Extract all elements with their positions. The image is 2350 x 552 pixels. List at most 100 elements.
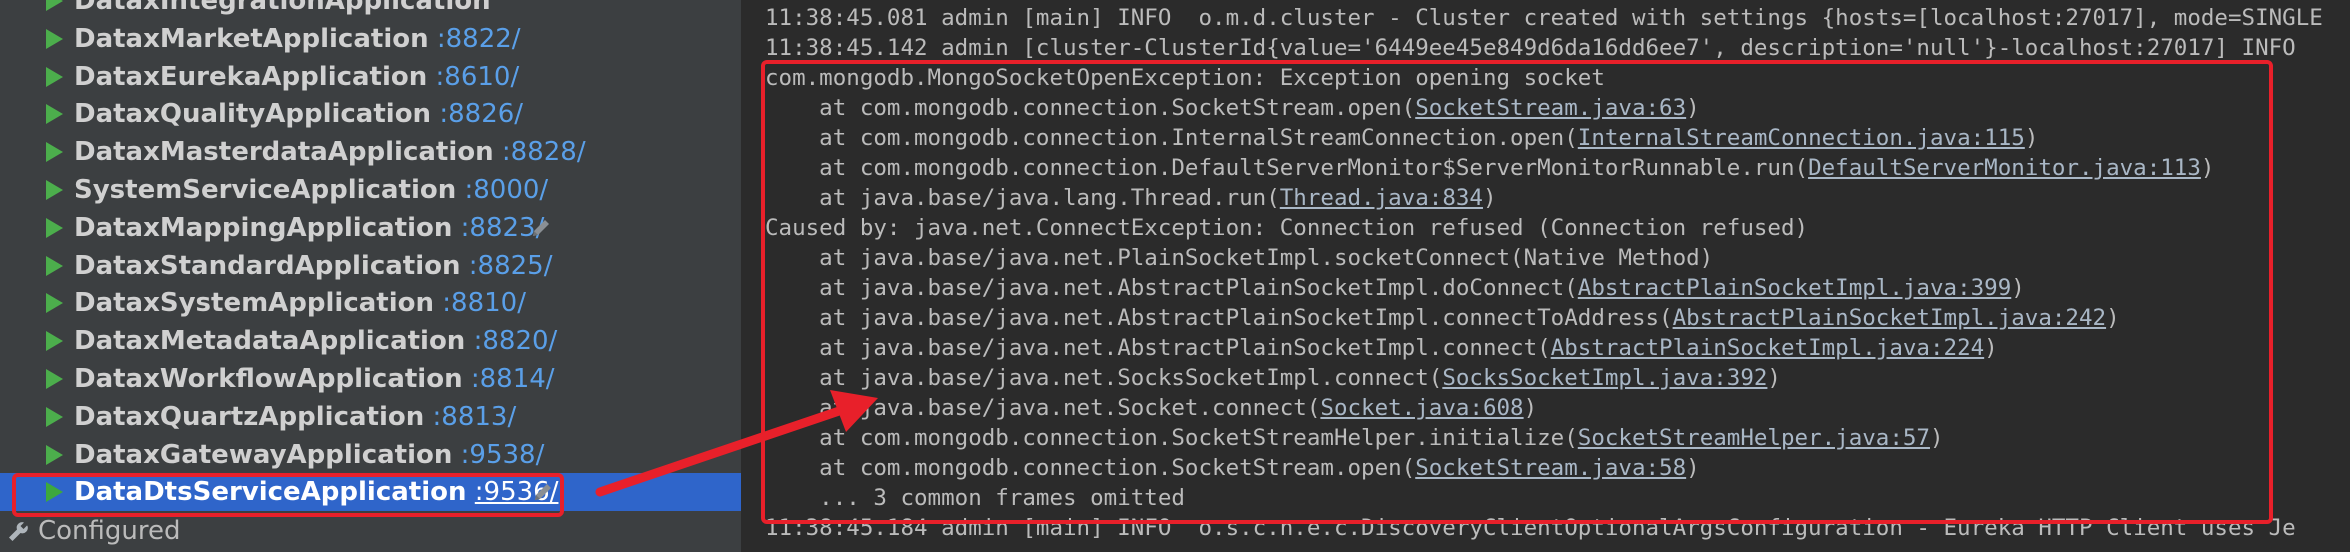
service-item[interactable]: DataxIntegrationApplication [0, 0, 741, 20]
service-port-link[interactable]: :9538/ [461, 440, 545, 470]
source-file-link[interactable]: SocketStream.java:58 [1415, 455, 1686, 481]
console-line: at java.base/java.net.AbstractPlainSocke… [765, 333, 1998, 363]
console-text: at com.mongodb.connection.DefaultServerM… [765, 155, 1809, 181]
source-file-link[interactable]: SocketStream.java:63 [1415, 95, 1686, 121]
pencil-icon[interactable] [532, 481, 554, 503]
service-port-link[interactable]: :8000/ [465, 175, 549, 205]
service-label: DataxStandardApplication :8825/ [74, 247, 552, 285]
service-port-link[interactable]: :8814/ [471, 364, 555, 394]
service-port-link[interactable]: :8610/ [436, 62, 520, 92]
services-sidebar: DataxIntegrationApplication DataxMarketAp… [0, 0, 741, 552]
play-icon[interactable] [46, 104, 63, 125]
console-text: com.mongodb.MongoSocketOpenException: Ex… [765, 65, 1605, 91]
console-text: 11:38:45.142 admin [cluster-ClusterId{va… [765, 35, 2296, 61]
service-item[interactable]: DataxMasterdataApplication :8828/ [0, 133, 741, 171]
console-line: at java.base/java.net.SocksSocketImpl.co… [765, 363, 1781, 393]
play-icon[interactable] [46, 406, 63, 427]
console-text: at com.mongodb.connection.SocketStreamHe… [765, 425, 1578, 451]
service-name: DataxQualityApplication [74, 99, 432, 130]
service-label: DataxQuartzApplication :8813/ [74, 398, 516, 436]
play-icon[interactable] [46, 482, 63, 503]
play-icon[interactable] [46, 331, 63, 352]
service-label: DataxEurekaApplication :8610/ [74, 58, 519, 96]
service-name: DataxStandardApplication [74, 250, 461, 281]
play-icon[interactable] [46, 293, 63, 314]
play-icon[interactable] [46, 217, 63, 238]
service-label: DataxMetadataApplication :8820/ [74, 322, 557, 360]
configured-label: Configured [38, 516, 181, 546]
console-line: at com.mongodb.connection.InternalStream… [765, 123, 2038, 153]
service-name: DataxQuartzApplication [74, 401, 425, 432]
service-label: DataxQualityApplication :8826/ [74, 95, 523, 133]
console-text-suffix: ) [1929, 425, 1944, 451]
service-item[interactable]: DataxEurekaApplication :8610/ [0, 58, 741, 96]
console-line: at java.base/java.lang.Thread.run(Thread… [765, 183, 1497, 213]
console-text: ... 3 common frames omitted [765, 485, 1185, 511]
service-port-link[interactable]: :8826/ [439, 99, 523, 129]
service-item[interactable]: DataxMarketApplication :8822/ [0, 20, 741, 58]
console-text: at java.base/java.net.AbstractPlainSocke… [765, 275, 1578, 301]
service-item[interactable]: DataxStandardApplication :8825/ [0, 247, 741, 285]
service-label: SystemServiceApplication :8000/ [74, 171, 548, 209]
console-line: at com.mongodb.connection.DefaultServerM… [765, 153, 2214, 183]
service-item[interactable]: DataxGatewayApplication :9538/ [0, 436, 741, 474]
console-line: Caused by: java.net.ConnectException: Co… [765, 213, 1808, 243]
console-line: com.mongodb.MongoSocketOpenException: Ex… [765, 63, 1605, 93]
pencil-icon[interactable] [530, 217, 552, 239]
service-port-link[interactable]: :8820/ [474, 326, 558, 356]
source-file-link[interactable]: AbstractPlainSocketImpl.java:399 [1578, 275, 2011, 301]
console-text-suffix: ) [2011, 275, 2025, 301]
source-file-link[interactable]: AbstractPlainSocketImpl.java:224 [1551, 335, 1984, 361]
console-text: at com.mongodb.connection.SocketStream.o… [765, 455, 1416, 481]
play-icon[interactable] [46, 0, 63, 11]
service-name: DataxMetadataApplication [74, 326, 466, 357]
service-item[interactable]: SystemServiceApplication :8000/ [0, 171, 741, 209]
source-file-link[interactable]: SocketStreamHelper.java:57 [1578, 425, 1930, 451]
service-item[interactable]: DataDtsServiceApplication :9536/ [0, 473, 741, 512]
service-item[interactable]: DataxMappingApplication :8823/ [0, 209, 741, 247]
console-text: 11:38:45.081 admin [main] INFO o.m.d.clu… [765, 5, 2323, 31]
service-port-link[interactable]: :8813/ [433, 402, 517, 432]
console-output[interactable]: 11:38:45.081 admin [main] INFO o.m.d.clu… [755, 0, 2350, 552]
service-item[interactable]: DataxSystemApplication :8810/ [0, 284, 741, 322]
console-text-suffix: ) [1686, 455, 1700, 481]
console-text-suffix: ) [1686, 95, 1700, 121]
service-name: DataDtsServiceApplication [74, 477, 467, 508]
service-name: DataxIntegrationApplication [74, 0, 491, 16]
source-file-link[interactable]: Thread.java:834 [1280, 185, 1483, 211]
console-text-suffix: ) [1482, 185, 1497, 211]
play-icon[interactable] [46, 180, 63, 200]
console-line: 11:38:45.081 admin [main] INFO o.m.d.clu… [765, 3, 2323, 33]
service-port-link[interactable]: :8828/ [502, 137, 586, 167]
source-file-link[interactable]: DefaultServerMonitor.java:113 [1808, 155, 2201, 181]
service-port-link[interactable]: :8810/ [442, 288, 526, 318]
source-file-link[interactable]: SocksSocketImpl.java:392 [1442, 365, 1767, 391]
console-text: 11:38:45.184 admin [main] INFO o.s.c.n.e… [765, 515, 2296, 541]
service-port-link[interactable]: :8822/ [437, 24, 521, 54]
source-file-link[interactable]: Socket.java:608 [1320, 395, 1523, 421]
service-item[interactable]: DataxMetadataApplication :8820/ [0, 322, 741, 360]
service-item[interactable]: DataxQuartzApplication :8813/ [0, 398, 741, 436]
source-file-link[interactable]: InternalStreamConnection.java:115 [1578, 125, 2025, 151]
play-icon[interactable] [46, 255, 63, 276]
play-icon[interactable] [46, 66, 63, 87]
configured-group[interactable]: Configured [0, 512, 741, 550]
console-text: at java.base/java.net.PlainSocketImpl.so… [765, 245, 1714, 271]
console-line: at java.base/java.net.Socket.connect(Soc… [765, 393, 1537, 423]
source-file-link[interactable]: AbstractPlainSocketImpl.java:242 [1673, 305, 2106, 331]
service-item[interactable]: DataxWorkflowApplication :8814/ [0, 360, 741, 398]
play-icon[interactable] [46, 369, 63, 389]
service-label: DataxGatewayApplication :9538/ [74, 436, 544, 474]
console-text: at java.base/java.lang.Thread.run( [765, 185, 1280, 211]
console-text: at java.base/java.net.AbstractPlainSocke… [765, 335, 1551, 361]
service-port-link[interactable]: :8825/ [469, 251, 553, 281]
service-label: DataxSystemApplication :8810/ [74, 284, 526, 322]
service-item[interactable]: DataxQualityApplication :8826/ [0, 95, 741, 133]
console-text: Caused by: java.net.ConnectException: Co… [765, 215, 1809, 241]
service-label: DataxMasterdataApplication :8828/ [74, 133, 586, 171]
play-icon[interactable] [46, 28, 63, 49]
console-line: at java.base/java.net.AbstractPlainSocke… [765, 303, 2119, 333]
play-icon[interactable] [46, 444, 63, 465]
play-icon[interactable] [46, 142, 63, 163]
console-line: at com.mongodb.connection.SocketStream.o… [765, 453, 1700, 483]
